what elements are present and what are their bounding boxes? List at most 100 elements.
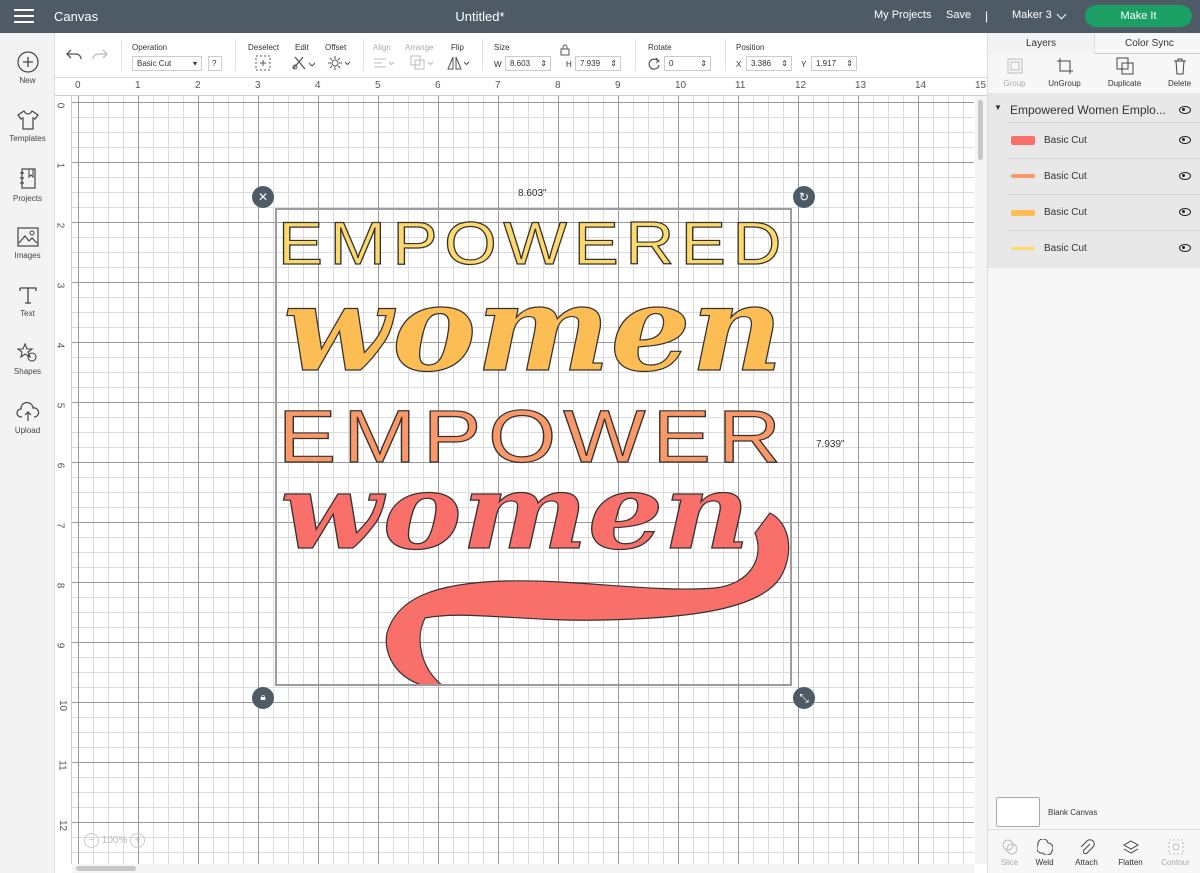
horizontal-scroll-thumb[interactable]: [76, 866, 136, 871]
ruler-number: 12: [795, 80, 807, 91]
flatten-label: Flatten: [1118, 858, 1143, 867]
eye-icon[interactable]: [1179, 106, 1191, 114]
toolbar-divider: [121, 39, 122, 71]
ungroup-label: UnGroup: [1048, 79, 1081, 88]
vertical-scroll-thumb[interactable]: [978, 100, 983, 160]
sidebar-item-projects[interactable]: Projects: [0, 167, 55, 203]
layer-row[interactable]: Basic Cut: [1008, 122, 1200, 158]
blank-canvas-label: Blank Canvas: [1048, 808, 1098, 817]
eye-icon[interactable]: [1179, 208, 1191, 216]
rotate-icon: [648, 57, 660, 70]
align-label: Align: [373, 43, 391, 52]
layer-group-row[interactable]: ▼ Empowered Women Emplo...: [988, 100, 1200, 122]
eye-icon[interactable]: [1179, 136, 1191, 144]
stepper-icon[interactable]: ⇕: [700, 57, 707, 70]
sidebar-item-text[interactable]: Text: [0, 284, 55, 318]
flatten-button[interactable]: Flatten: [1109, 839, 1152, 867]
operation-help-button[interactable]: ?: [208, 56, 222, 71]
flip-icon[interactable]: [446, 55, 470, 71]
ungroup-button[interactable]: UnGroup: [1038, 57, 1091, 88]
ruler-number: 12: [57, 819, 69, 832]
lock-ratio-icon[interactable]: [560, 44, 570, 56]
my-projects-link[interactable]: My Projects: [874, 9, 931, 21]
ungroup-icon: [1056, 58, 1073, 74]
chevron-down-icon[interactable]: [1056, 9, 1067, 20]
edit-label: Edit: [295, 43, 309, 52]
vertical-ruler: 0 1 2 3 4 5 6 7 8 9 10 11 12: [54, 96, 72, 864]
document-title[interactable]: Untitled*: [0, 9, 960, 24]
height-input[interactable]: 7.939 ⇕: [575, 56, 621, 71]
toolbar-divider: [363, 39, 364, 71]
delete-label: Delete: [1167, 79, 1192, 88]
ruler-number: 3: [54, 282, 66, 289]
sidebar-item-templates[interactable]: Templates: [0, 109, 55, 143]
ruler-number: 10: [675, 80, 687, 91]
stepper-icon[interactable]: ⇕: [540, 57, 547, 70]
sidebar-item-upload[interactable]: Upload: [0, 401, 55, 435]
tab-color-sync[interactable]: Color Sync: [1125, 38, 1174, 49]
zoom-control: − 100% +: [84, 833, 146, 848]
position-label: Position: [736, 43, 765, 52]
zoom-level: 100%: [101, 835, 128, 847]
stepper-icon[interactable]: ⇕: [610, 57, 617, 70]
ruler-number: 9: [54, 642, 66, 649]
ruler-number: 7: [495, 80, 501, 91]
delete-button[interactable]: Delete: [1153, 57, 1200, 88]
toolbar-divider: [725, 39, 726, 71]
resize-icon: ⤡: [799, 691, 809, 705]
attach-button[interactable]: Attach: [1065, 839, 1108, 867]
sidebar-item-new[interactable]: New: [0, 51, 55, 85]
duplicate-icon: [1116, 57, 1133, 75]
sidebar-item-shapes[interactable]: Shapes: [0, 342, 55, 376]
save-button[interactable]: Save: [946, 9, 971, 21]
make-it-button[interactable]: Make It: [1085, 5, 1192, 27]
sidebar-item-images[interactable]: Images: [0, 226, 55, 260]
ruler-number: 1: [54, 162, 66, 169]
layer-row[interactable]: Basic Cut: [1008, 230, 1200, 266]
undo-icon[interactable]: [65, 48, 83, 62]
rotate-input[interactable]: 0 ⇕: [664, 56, 711, 71]
width-input[interactable]: 8.603 ⇕: [505, 56, 551, 71]
zoom-out-button[interactable]: −: [84, 833, 99, 848]
collapse-triangle-icon[interactable]: ▼: [994, 103, 1002, 112]
ruler-number: 7: [54, 522, 66, 529]
weld-button[interactable]: Weld: [1023, 839, 1066, 867]
vertical-scrollbar[interactable]: [975, 96, 987, 864]
layer-row[interactable]: Basic Cut: [1008, 158, 1200, 194]
horizontal-scrollbar[interactable]: [72, 864, 975, 873]
deselect-icon[interactable]: [255, 55, 271, 71]
redo-icon[interactable]: [91, 48, 109, 62]
group-label: Group: [1003, 79, 1026, 88]
stepper-icon[interactable]: ⇕: [781, 57, 788, 70]
zoom-in-button[interactable]: +: [130, 833, 146, 848]
rotate-handle[interactable]: ↻: [793, 186, 815, 208]
position-x-input[interactable]: 3.386 ⇕: [746, 56, 792, 71]
ruler-number: 2: [54, 222, 66, 229]
ruler-number: 11: [735, 80, 746, 91]
rotate-label: Rotate: [648, 43, 672, 52]
position-y-input[interactable]: 1.917 ⇕: [811, 56, 857, 71]
tab-layers-label[interactable]: Layers: [1026, 38, 1056, 49]
height-value: 7.939: [580, 59, 601, 68]
lock-handle[interactable]: 🔒︎: [252, 687, 274, 709]
resize-handle[interactable]: ⤡: [793, 687, 815, 709]
blank-canvas-swatch[interactable]: [996, 797, 1040, 827]
duplicate-button[interactable]: Duplicate: [1098, 57, 1151, 88]
sidebar-item-label: New: [19, 76, 36, 85]
stepper-icon[interactable]: ⇕: [846, 57, 853, 70]
machine-selector[interactable]: Maker 3: [1012, 9, 1052, 21]
eye-icon[interactable]: [1179, 172, 1191, 180]
position-x-value: 3.386: [751, 59, 772, 68]
eye-icon[interactable]: [1179, 244, 1191, 252]
sidebar-item-label: Projects: [13, 194, 42, 203]
operation-select[interactable]: Basic Cut ▾: [132, 56, 202, 71]
layer-thumbnail: [1011, 247, 1035, 250]
edit-tools-icon[interactable]: [291, 55, 315, 71]
layer-row[interactable]: Basic Cut: [1008, 194, 1200, 230]
sidebar-item-label: Shapes: [13, 367, 42, 376]
notebook-icon: [19, 168, 36, 189]
weld-label: Weld: [1035, 858, 1054, 867]
layer-group-name: Empowered Women Emplo...: [1010, 103, 1166, 117]
delete-handle[interactable]: ✕: [252, 186, 274, 208]
offset-icon[interactable]: [327, 55, 351, 71]
